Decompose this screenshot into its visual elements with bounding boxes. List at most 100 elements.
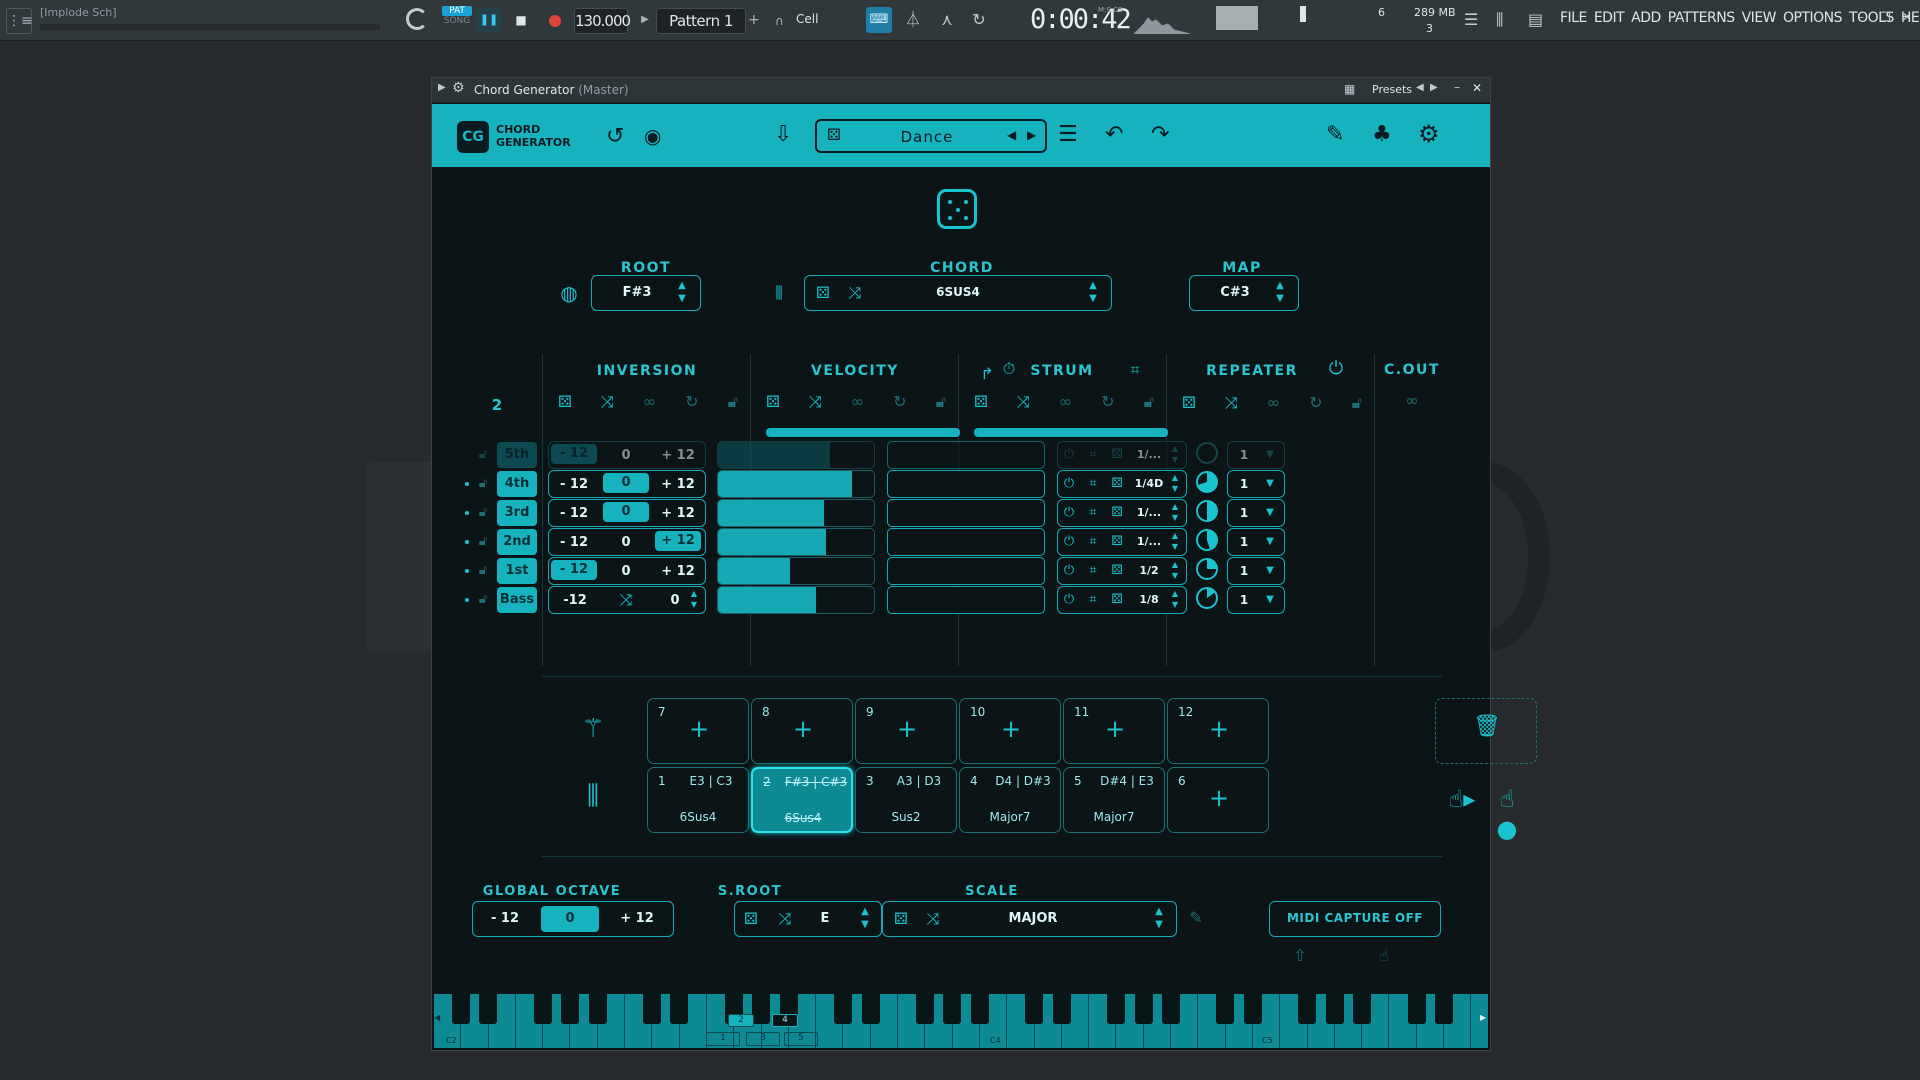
chord-random-icon[interactable]: ⚄ [813,283,833,303]
repeater-stepper-icon[interactable]: ▲ ▼ [1168,588,1182,610]
row-lock-icon[interactable]: 🔓︎ [474,474,492,494]
tempo-display[interactable]: 130.000 [574,8,631,34]
black-key[interactable] [588,994,607,1024]
inversion-minus[interactable]: - 12 [551,444,597,464]
chord-keys-icon[interactable]: ⫼ [767,283,791,303]
black-key[interactable] [943,994,962,1024]
velocity-slider[interactable] [717,528,875,556]
repeater-control[interactable]: ⏻ ⌗ ⚄ 1/2 ▲ ▼ [1057,557,1187,585]
inversion-selector[interactable]: - 12 0 + 12 [548,557,706,585]
download-icon[interactable]: ⇩ [774,122,792,147]
redo-icon[interactable]: ↷ [1151,122,1169,147]
black-key[interactable] [970,994,989,1024]
repeater-rate[interactable]: 1/2 [1132,564,1166,577]
strum-direction-icon[interactable]: ↱ [978,364,996,384]
repeater-row-grid-icon[interactable]: ⌗ [1084,503,1102,523]
repeater-row-random-icon[interactable]: ⚄ [1108,503,1126,523]
black-key[interactable] [452,994,470,1024]
voice-name-button[interactable]: 3rd [497,500,537,526]
black-key[interactable] [1107,994,1126,1024]
settings-gear-icon[interactable]: ⚙ [1418,120,1440,148]
inversion-zero[interactable]: 0 [603,473,649,493]
voice-name-button[interactable]: 2nd [497,529,537,555]
chord-pad-empty[interactable]: 11 + [1063,698,1165,764]
repeater-gauge[interactable] [1196,587,1218,609]
cout-selector[interactable]: 1 ▼ [1227,557,1285,585]
black-key[interactable] [1434,994,1453,1024]
app-restore-button[interactable]: ❐ [1880,10,1894,28]
pattern-selector[interactable]: Pattern 1 [656,8,746,34]
scale-selector[interactable]: ⚄ ⤨ MAJOR ▲ ▼ [882,901,1177,937]
black-key[interactable] [1134,994,1153,1024]
inversion-selector[interactable]: - 12 0 + 12 [548,528,706,556]
typing-keyboard-icon[interactable]: ⌨ [866,7,892,33]
repeater-gauge[interactable] [1196,500,1218,522]
repeater-stepper-icon[interactable]: ▲ ▼ [1168,530,1182,552]
pat-song-toggle[interactable]: PAT SONG [442,6,472,34]
inversion-minus[interactable]: - 12 [551,477,597,492]
pattern-arrow-icon[interactable]: ▶ [638,8,652,32]
add-chord-icon[interactable]: + [1204,784,1234,812]
app-minimize-button[interactable]: – [1858,10,1872,28]
menu-view[interactable]: VIEW [1742,10,1777,30]
cout-dropdown-icon[interactable]: ▼ [1262,590,1278,610]
repeater-lock-icon[interactable]: 🔓︎ [1352,393,1362,413]
inversion-zero[interactable]: 0 [603,564,649,579]
add-chord-icon[interactable]: + [684,715,714,743]
octave-plus[interactable]: + 12 [609,911,665,926]
chord-pad[interactable]: 3 A3 | D3 Sus2 [855,767,957,833]
repeater-stepper-icon[interactable]: ▲ ▼ [1168,559,1182,581]
export-midi-icon[interactable]: ⇧ [1290,946,1310,966]
row-lock-icon[interactable]: 🔓︎ [474,532,492,552]
undo-icon[interactable]: ↶ [1105,122,1123,147]
midi-capture-button[interactable]: MIDI CAPTURE OFF [1269,901,1441,937]
cout-link-icon[interactable]: ∞ [1402,391,1422,411]
song-position-slider[interactable] [40,24,380,30]
repeater-link-icon[interactable]: ∞ [1267,393,1280,413]
strum-slider[interactable] [887,499,1045,527]
repeater-power-icon[interactable]: ⏻ [1326,359,1346,379]
inversion-selector[interactable]: - 12 0 + 12 [548,499,706,527]
black-key[interactable] [861,994,880,1024]
repeater-row-grid-icon[interactable]: ⌗ [1084,445,1102,465]
velocity-slider[interactable] [717,470,875,498]
piano-keyboard[interactable] [434,994,1488,1048]
repeater-gauge[interactable] [1196,471,1218,493]
volume-knob-icon[interactable] [406,8,428,30]
black-key[interactable] [1052,994,1071,1024]
black-key[interactable] [1216,994,1235,1024]
velocity-random-icon[interactable]: ⚄ [766,392,780,412]
repeater-random-icon[interactable]: ⚄ [1182,393,1196,413]
strum-slider[interactable] [887,528,1045,556]
chord-pad[interactable]: 5 D#4 | E3 Major7 [1063,767,1165,833]
mixer-icon[interactable]: ⫼ [1496,10,1514,30]
inversion-plus[interactable]: + 12 [655,506,701,521]
bass-shuffle-icon[interactable]: ⤨ [615,590,637,610]
cout-selector[interactable]: 1 ▼ [1227,441,1285,469]
add-chord-icon[interactable]: + [1100,715,1130,743]
black-key[interactable] [1407,994,1426,1024]
trash-slot[interactable]: 🗑︎ [1435,698,1537,764]
black-key[interactable] [533,994,552,1024]
repeater-row-grid-icon[interactable]: ⌗ [1084,532,1102,552]
inversion-plus[interactable]: + 12 [655,448,701,463]
menu-edit[interactable]: EDIT [1594,10,1625,30]
repeater-row-random-icon[interactable]: ⚄ [1108,474,1126,494]
cout-selector[interactable]: 1 ▼ [1227,586,1285,614]
playlist-icon[interactable]: ☰ [1464,10,1482,30]
repeater-row-grid-icon[interactable]: ⌗ [1084,561,1102,581]
black-key[interactable] [643,994,662,1024]
row-lock-icon[interactable]: 🔓︎ [474,503,492,523]
repeater-gauge[interactable] [1196,442,1218,464]
repeater-control[interactable]: ⏻ ⌗ ⚄ 1/8 ▲ ▼ [1057,586,1187,614]
black-key[interactable] [670,994,689,1024]
octave-zero[interactable]: 0 [541,906,599,932]
repeater-rate[interactable]: 1/... [1132,506,1166,519]
collapse-arrow-icon[interactable]: ▶ [438,82,446,93]
globe-icon[interactable]: ◍ [557,283,581,303]
menu-options[interactable]: OPTIONS [1783,10,1843,30]
metronome-icon[interactable]: ⏃ [900,7,926,33]
voice-name-button[interactable]: 5th [497,442,537,468]
strum-random-icon[interactable]: ⚄ [974,392,988,412]
repeater-row-power-icon[interactable]: ⏻ [1060,445,1078,465]
